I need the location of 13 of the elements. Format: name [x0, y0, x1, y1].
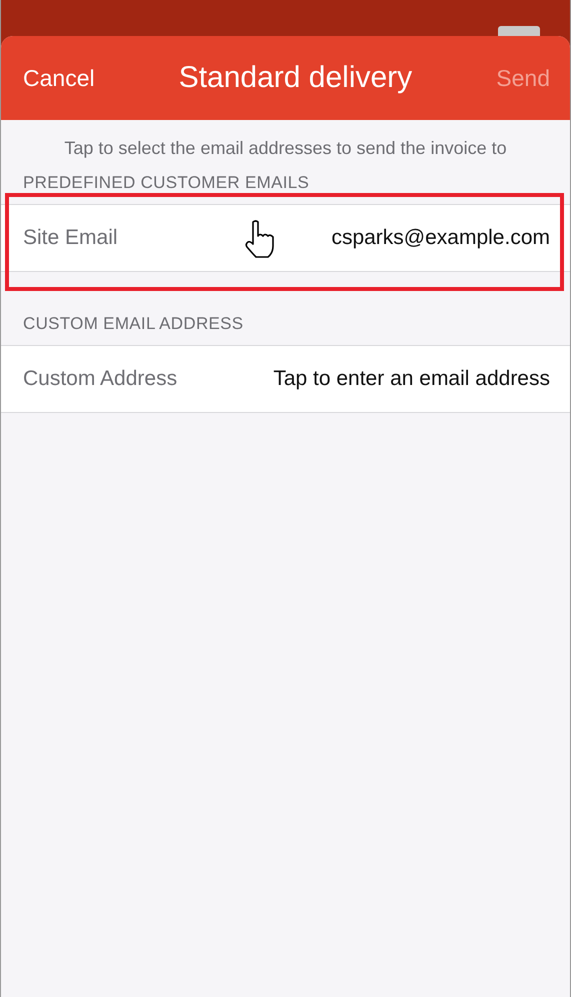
email-row[interactable]: Site Email csparks@example.com	[1, 204, 570, 272]
section-header: PREDEFINED CUSTOMER EMAILS	[22, 172, 310, 194]
row-value: csparks@example.com	[331, 226, 550, 250]
sheet-title: Standard delivery	[178, 61, 412, 95]
instruction-text: Tap to select the email addresses to send the invoice to	[63, 137, 508, 159]
row-value: Tap to enter an email address	[273, 367, 550, 391]
row-label: Custom Address	[23, 367, 178, 391]
email-row[interactable]: Custom Address Tap to enter an email address	[1, 345, 570, 413]
toolbar-button[interactable]	[498, 26, 540, 36]
row-label: Site Email	[23, 226, 118, 250]
cancel-button[interactable]: Cancel	[23, 64, 95, 92]
section-header: CUSTOM EMAIL ADDRESS	[22, 313, 244, 335]
hand-cursor-icon	[243, 220, 277, 258]
